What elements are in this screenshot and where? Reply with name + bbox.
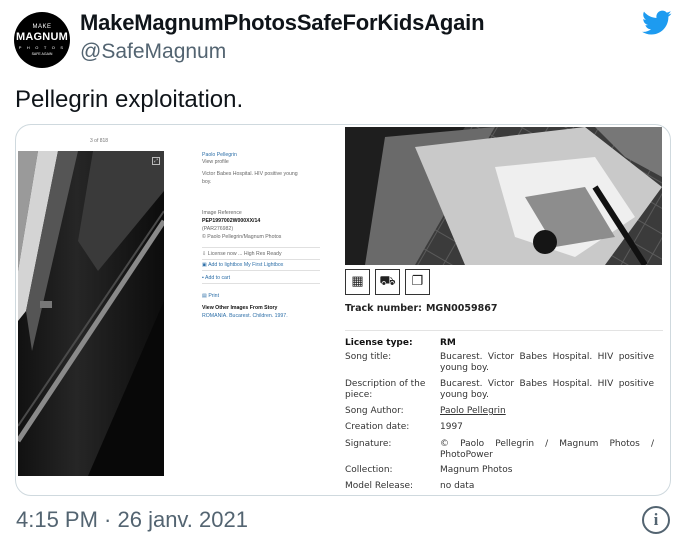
user-handle[interactable]: @SafeMagnum bbox=[80, 40, 226, 64]
add-to-cart-link[interactable]: ▪ Add to cart bbox=[202, 275, 230, 281]
add-to-lightbox-label: Add to lightbox My First Lightbox bbox=[208, 262, 284, 268]
photo-hospital-window bbox=[18, 151, 164, 476]
view-profile-link[interactable]: View profile bbox=[202, 159, 229, 165]
song-author-label: Song Author: bbox=[345, 406, 404, 416]
caption-line: boy. bbox=[202, 179, 212, 185]
creation-date-value: 1997 bbox=[440, 422, 463, 432]
model-release-label: Model Release: bbox=[345, 481, 414, 491]
license-type-label: License type: bbox=[345, 338, 413, 348]
track-number: Track number: MGN0059867 bbox=[345, 303, 497, 314]
avatar-line: P H O T O S bbox=[18, 45, 66, 50]
collection-value: Magnum Photos bbox=[440, 465, 513, 475]
reference-code: PEP1997002W000XX/14 bbox=[202, 218, 261, 224]
tweet-media[interactable]: 3 of 818 ⤢ Paolo Pellegrin View profile … bbox=[15, 124, 671, 496]
cart-icon[interactable]: ⛟ bbox=[375, 269, 400, 295]
license-type-value: RM bbox=[440, 338, 456, 348]
song-title-label: Song title: bbox=[345, 352, 392, 362]
track-label: Track number: bbox=[345, 303, 422, 314]
reference-alt: (PAR276982) bbox=[202, 226, 234, 232]
image-counter: 3 of 818 bbox=[90, 138, 109, 144]
other-images-label: View Other Images From Story bbox=[202, 305, 278, 311]
avatar[interactable]: MAKE MAGNUM P H O T O S SAFE AGAIN bbox=[14, 12, 70, 68]
divider bbox=[202, 259, 320, 260]
copy-icon[interactable]: ❐ bbox=[405, 269, 430, 295]
signature-value: © Paolo Pellegrin / Magnum Photos / Phot… bbox=[440, 439, 654, 460]
divider bbox=[202, 283, 320, 284]
avatar-line: MAGNUM bbox=[16, 31, 68, 43]
info-icon[interactable]: i bbox=[642, 506, 670, 534]
add-to-lightbox-link[interactable]: ▣ Add to lightbox My First Lightbox bbox=[202, 262, 283, 268]
print-link[interactable]: ▤ Print bbox=[202, 293, 219, 299]
song-author-link[interactable]: Paolo Pellegrin bbox=[440, 406, 654, 417]
song-title-value: Bucarest. Victor Babes Hospital. HIV pos… bbox=[440, 352, 654, 373]
description-label: Description of the piece: bbox=[345, 379, 426, 400]
license-status: High Res Ready bbox=[243, 251, 282, 257]
expand-icon[interactable]: ⤢ bbox=[152, 157, 160, 165]
divider bbox=[202, 247, 320, 248]
twitter-bird-icon[interactable] bbox=[642, 10, 672, 36]
caption-line: Victor Babes Hospital. HIV positive youn… bbox=[202, 171, 298, 177]
image-reference-label: Image Reference bbox=[202, 210, 242, 216]
photographer-link[interactable]: Paolo Pellegrin bbox=[202, 152, 237, 158]
add-to-cart-label: Add to cart bbox=[205, 275, 231, 281]
display-name[interactable]: MakeMagnumPhotosSafeForKidsAgain bbox=[80, 10, 485, 36]
photo-hospital-bed bbox=[345, 127, 662, 265]
description-value: Bucarest. Victor Babes Hospital. HIV pos… bbox=[440, 379, 654, 400]
story-link[interactable]: ROMANIA. Bucarest. Children. 1997. bbox=[202, 313, 288, 319]
calculator-icon[interactable]: ▦ bbox=[345, 269, 370, 295]
license-label: License now bbox=[207, 251, 237, 257]
collection-label: Collection: bbox=[345, 465, 393, 475]
print-label: Print bbox=[208, 293, 220, 299]
signature-label: Signature: bbox=[345, 439, 392, 449]
creation-date-label: Creation date: bbox=[345, 422, 410, 432]
avatar-line: MAKE bbox=[32, 24, 52, 30]
track-value: MGN0059867 bbox=[425, 303, 498, 314]
license-now-link[interactable]: ⇩ License now ... High Res Ready bbox=[202, 251, 282, 257]
model-release-value: no data bbox=[440, 481, 475, 491]
avatar-line: SAFE AGAIN bbox=[31, 52, 53, 56]
tweet-text: Pellegrin exploitation. bbox=[15, 86, 244, 113]
divider bbox=[345, 330, 663, 331]
tweet-timestamp[interactable]: 4:15 PM · 26 janv. 2021 bbox=[16, 507, 248, 533]
divider bbox=[202, 270, 320, 271]
copyright-text: © Paolo Pellegrin/Magnum Photos bbox=[202, 234, 282, 240]
